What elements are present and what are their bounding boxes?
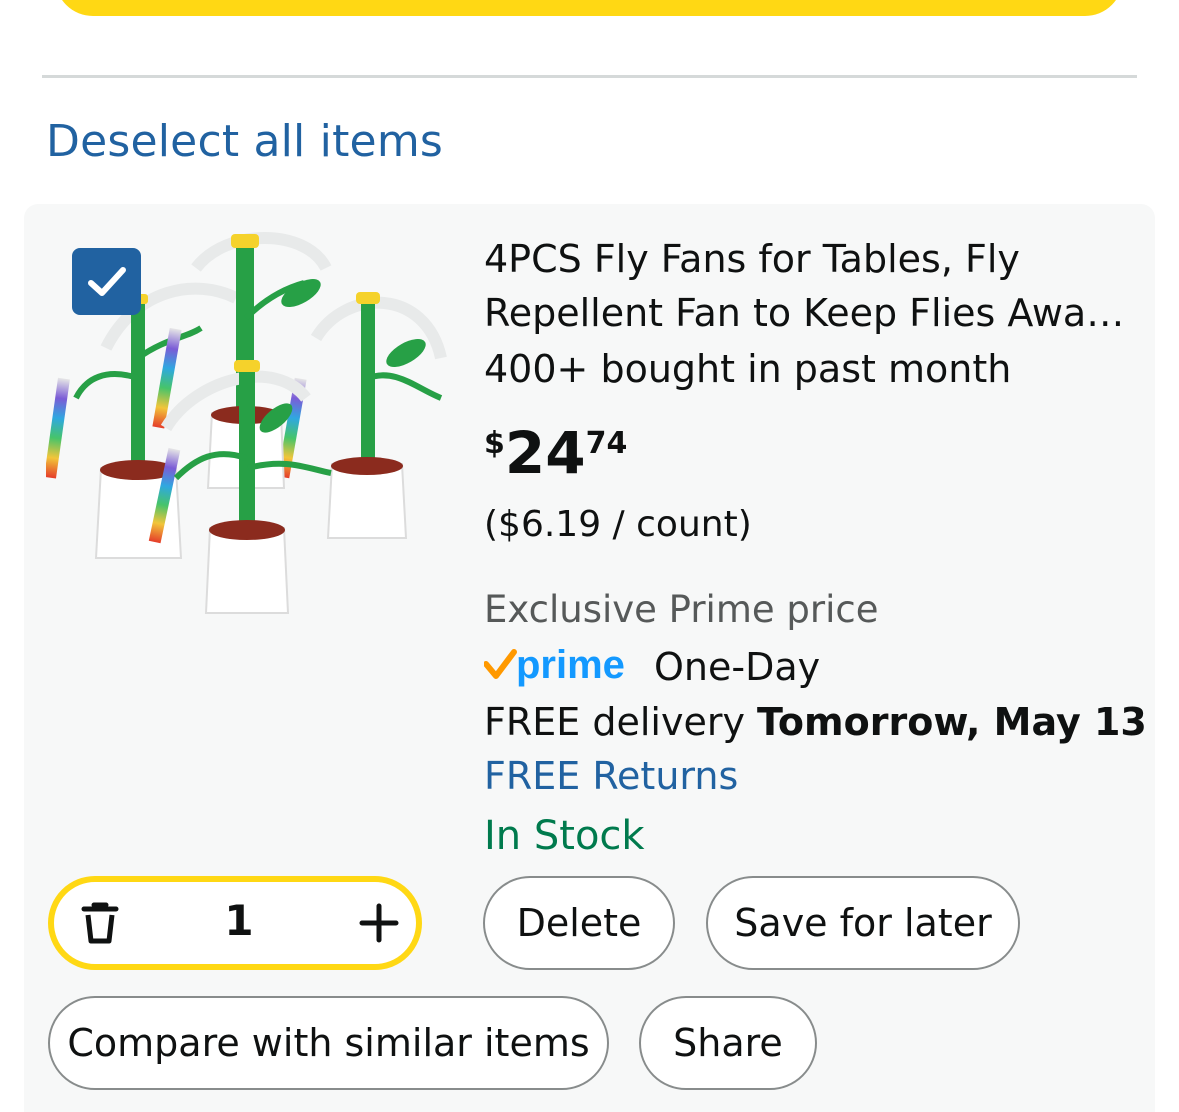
compare-similar-button[interactable]: Compare with similar items	[48, 996, 609, 1090]
stock-status: In Stock	[484, 813, 645, 859]
exclusive-prime-price: Exclusive Prime price	[484, 588, 879, 631]
bought-count: 400+ bought in past month	[484, 347, 1012, 391]
price-whole: 24	[504, 419, 586, 487]
share-button[interactable]: Share	[639, 996, 817, 1090]
delivery-speed: One-Day	[654, 645, 821, 689]
delivery-info: FREE delivery Tomorrow, May 13	[484, 700, 1147, 744]
cart-page: Deselect all items 4PCS Fly Fans for Tab…	[0, 0, 1179, 1112]
delivery-date: Tomorrow, May 13	[757, 700, 1147, 744]
delete-button[interactable]: Delete	[483, 876, 675, 970]
prime-one-day: prime One-Day	[484, 644, 820, 690]
free-returns-link[interactable]: FREE Returns	[484, 754, 738, 798]
plant-front	[160, 360, 332, 614]
item-select-checkbox[interactable]	[72, 248, 141, 315]
price-fraction: 74	[585, 426, 628, 461]
prime-logo-text: prime	[516, 644, 625, 687]
plus-icon[interactable]	[354, 898, 404, 948]
product-title[interactable]: 4PCS Fly Fans for Tables, Fly Repellent …	[484, 232, 1134, 340]
unit-price: ($6.19 / count)	[484, 504, 752, 545]
plant-right	[310, 292, 447, 539]
trash-icon[interactable]	[78, 901, 122, 945]
deselect-all-link[interactable]: Deselect all items	[46, 116, 443, 167]
price: $ 24 74	[484, 418, 627, 488]
quantity-stepper: 1	[48, 876, 422, 970]
proceed-to-checkout-button[interactable]	[55, 0, 1123, 16]
checkmark-icon	[87, 266, 126, 296]
prime-logo-icon: prime	[484, 644, 625, 687]
delivery-prefix: FREE delivery	[484, 700, 745, 744]
price-symbol: $	[484, 426, 505, 461]
divider	[42, 75, 1137, 78]
quantity-value: 1	[224, 896, 254, 945]
plant-back-center	[191, 232, 332, 489]
save-for-later-button[interactable]: Save for later	[706, 876, 1020, 970]
